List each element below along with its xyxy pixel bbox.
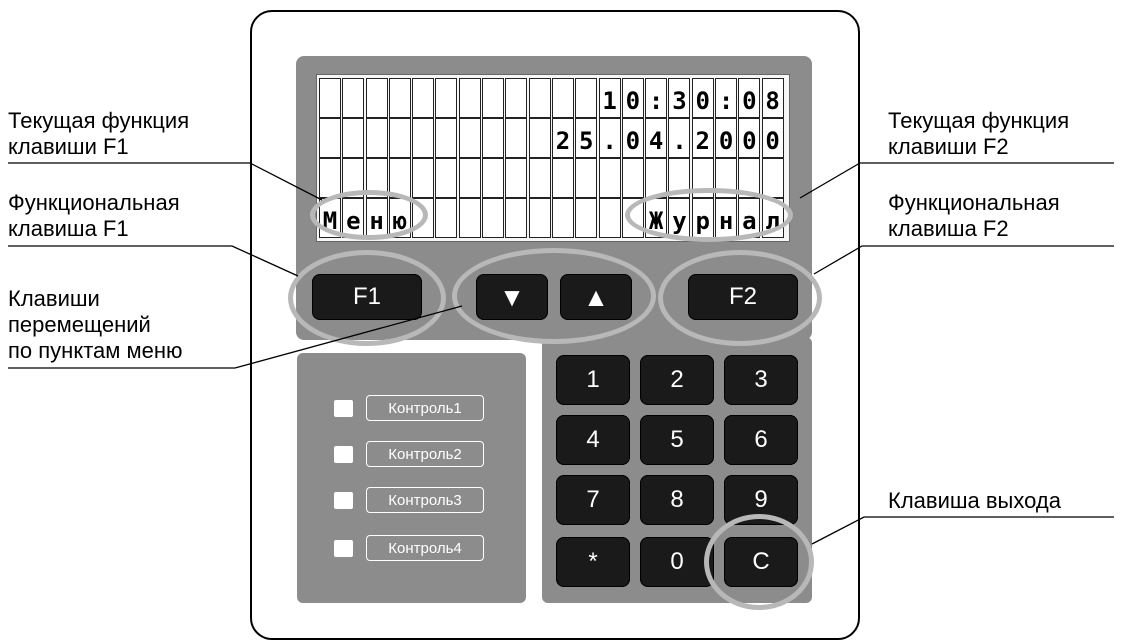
- callout-f1-current: Текущая функция клавиши F1: [8, 108, 190, 159]
- leader-line-exit-key: [811, 516, 1114, 545]
- callout-nav-keys: Клавиши перемещений по пунктам меню: [8, 286, 183, 363]
- callout-exit-key: Клавиша выхода: [888, 488, 1061, 513]
- leader-line-f1-key: [8, 245, 299, 277]
- callout-f2-key: Функциональная клавиша F2: [888, 190, 1060, 241]
- leader-line-f2-key: [813, 245, 1114, 275]
- callout-f1-key: Функциональная клавиша F1: [8, 190, 180, 241]
- callout-f2-current: Текущая функция клавиши F2: [888, 108, 1070, 159]
